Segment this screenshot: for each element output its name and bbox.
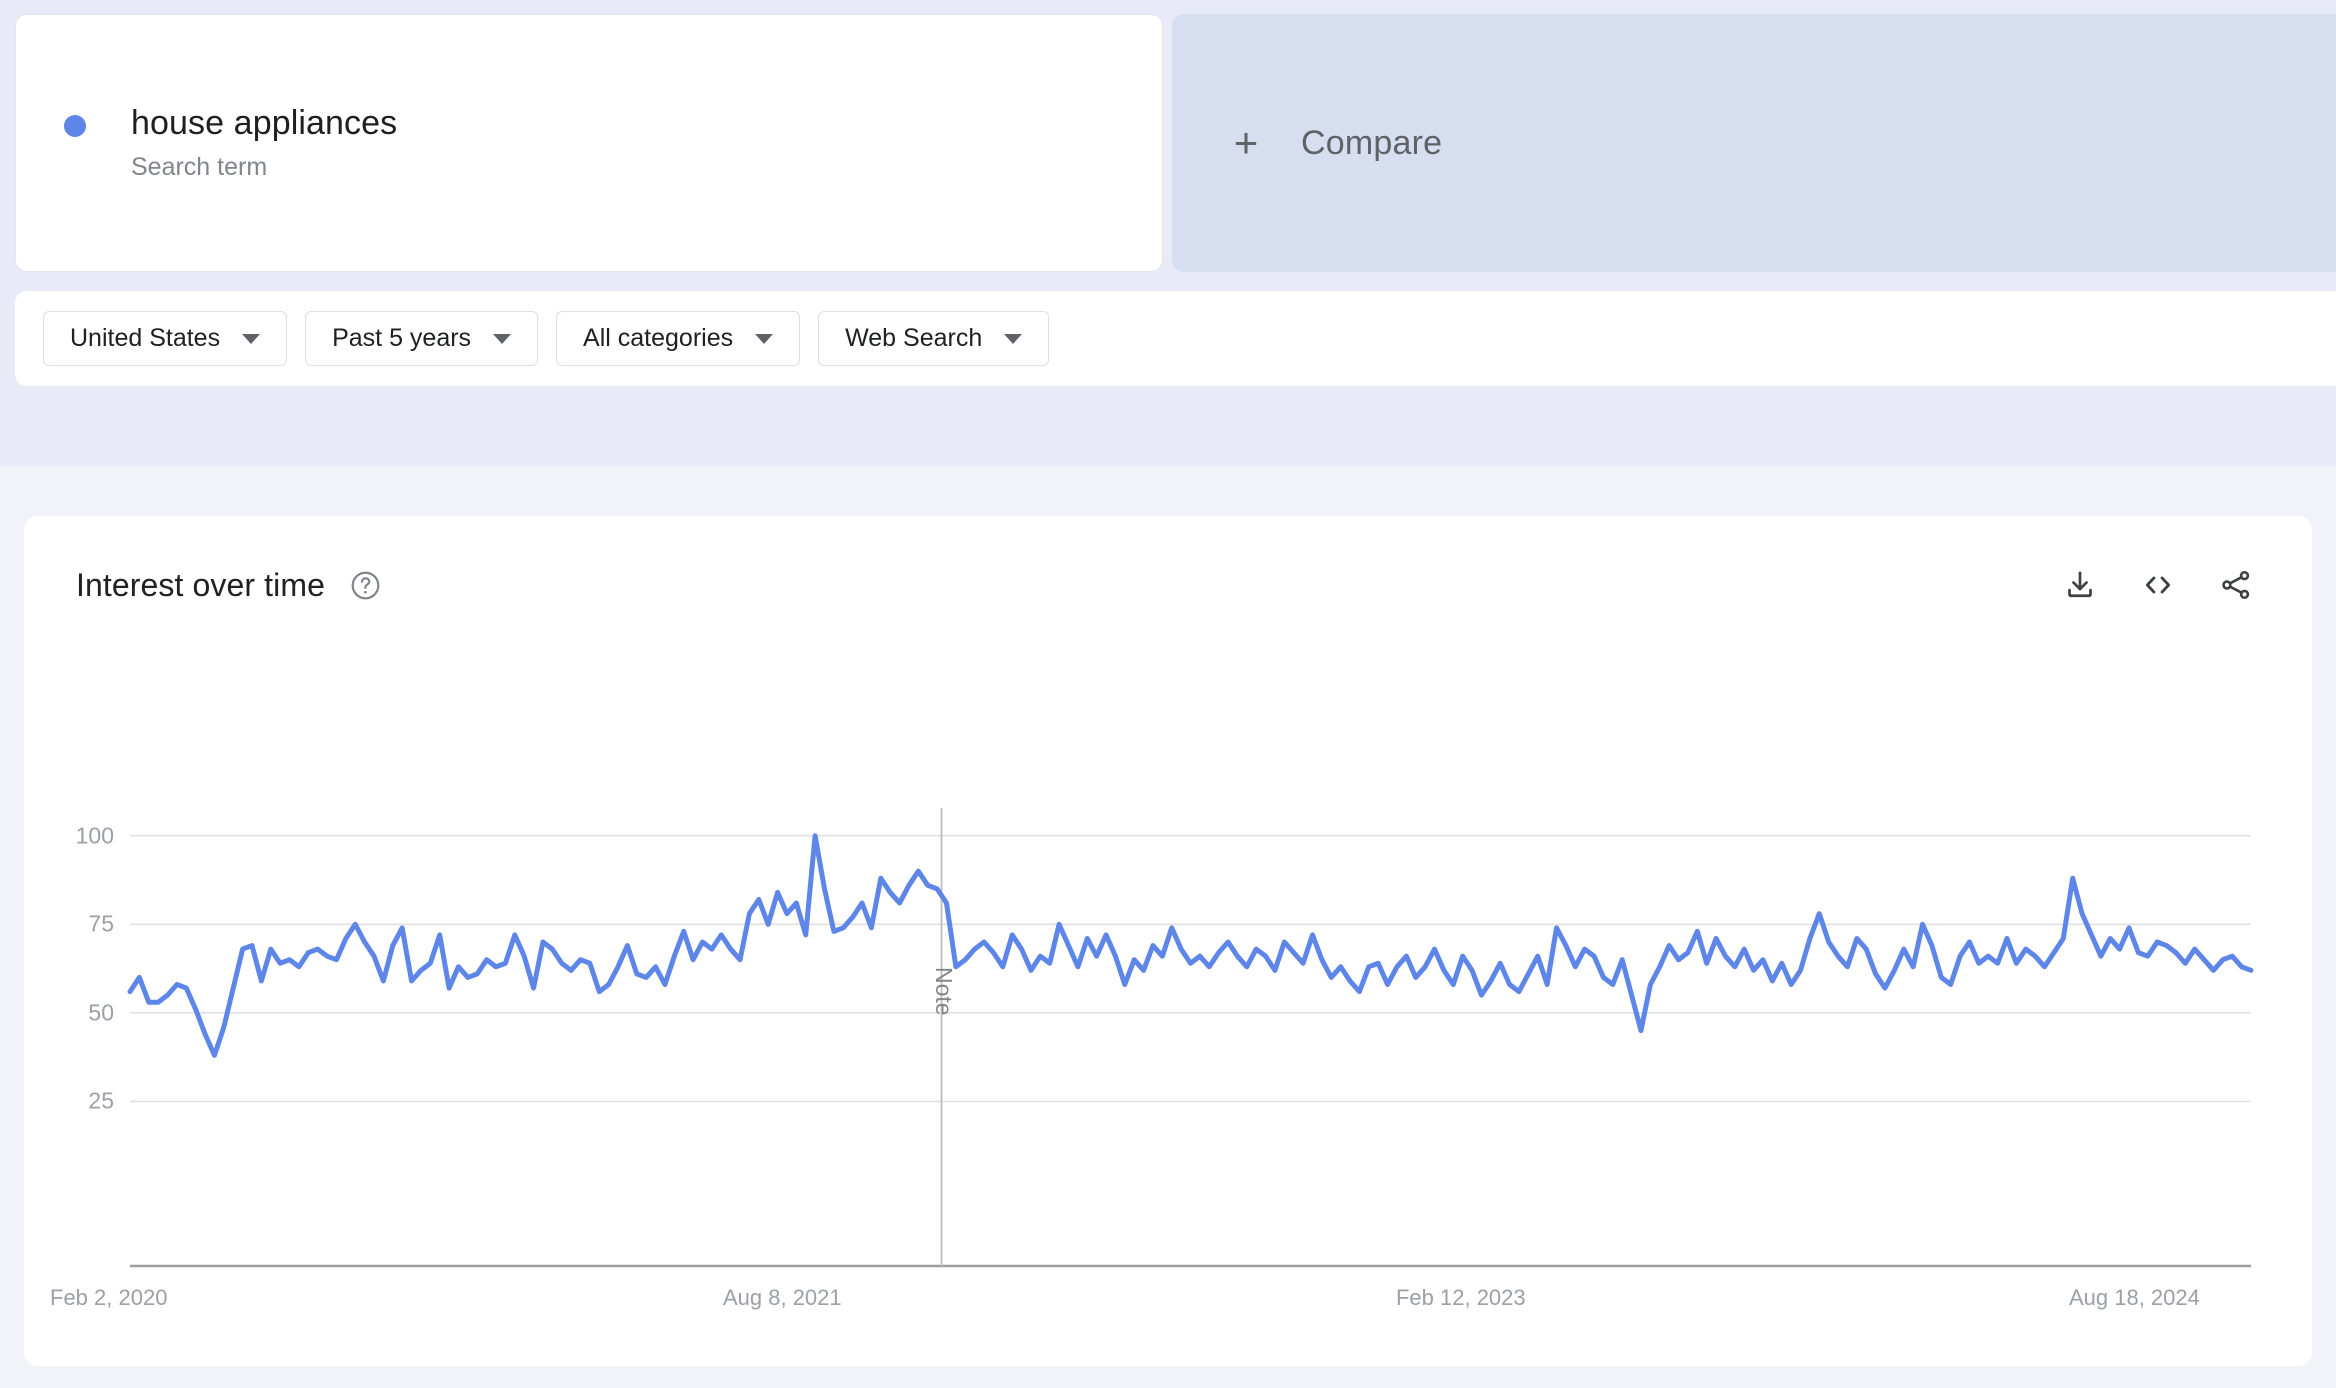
- compare-label: Compare: [1301, 123, 1443, 162]
- chevron-down-icon: [1004, 333, 1023, 344]
- interest-over-time-card: Interest over time Note 25 50 75 100 Feb…: [24, 516, 2312, 1366]
- search-term-title: house appliances: [131, 104, 398, 142]
- x-axis-tick-2: Feb 12, 2023: [1395, 1285, 1526, 1310]
- chevron-down-icon: [493, 333, 512, 344]
- x-axis-tick-0: Feb 2, 2020: [50, 1285, 168, 1310]
- search-term-subtitle: Search term: [131, 153, 268, 181]
- time-range-filter[interactable]: Past 5 years: [305, 311, 539, 366]
- search-term-text-group: house appliances Search term: [131, 103, 397, 183]
- time-range-filter-label: Past 5 years: [332, 324, 472, 352]
- location-filter-label: United States: [70, 324, 221, 352]
- category-filter-label: All categories: [583, 324, 734, 352]
- note-annotation-label: Note: [931, 966, 958, 1016]
- compare-content: + Compare: [1225, 122, 1442, 164]
- search-term-content: house appliances Search term: [64, 103, 397, 183]
- search-type-filter-label: Web Search: [845, 324, 983, 352]
- search-term-card[interactable]: house appliances Search term: [15, 14, 1163, 272]
- trend-line-series[interactable]: [127, 833, 2254, 1058]
- location-filter[interactable]: United States: [43, 311, 288, 366]
- chart-plot-area[interactable]: Note 25 50 75 100 Feb 2, 2020 Aug 8, 2021 Feb 1…: [24, 516, 2312, 1366]
- compare-card[interactable]: + Compare: [1172, 14, 2336, 272]
- y-axis-tick-25: 25: [88, 1087, 114, 1114]
- chevron-down-icon: [755, 333, 774, 344]
- series-color-dot-icon: [64, 115, 86, 137]
- trends-line-chart: [127, 808, 2254, 1268]
- x-axis-tick-3: Aug 18, 2024: [2068, 1285, 2200, 1310]
- filter-bar: United States Past 5 years All categories W…: [15, 291, 2336, 386]
- y-axis-tick-50: 50: [88, 999, 114, 1026]
- plus-icon: +: [1233, 119, 1259, 166]
- x-axis-tick-1: Aug 8, 2021: [722, 1285, 842, 1310]
- category-filter[interactable]: All categories: [556, 311, 801, 366]
- chevron-down-icon: [242, 333, 261, 344]
- search-term-row: house appliances Search term + Compare: [0, 0, 2336, 280]
- search-type-filter[interactable]: Web Search: [818, 311, 1050, 366]
- y-axis-tick-100: 100: [75, 822, 114, 849]
- y-axis-tick-75: 75: [88, 910, 114, 937]
